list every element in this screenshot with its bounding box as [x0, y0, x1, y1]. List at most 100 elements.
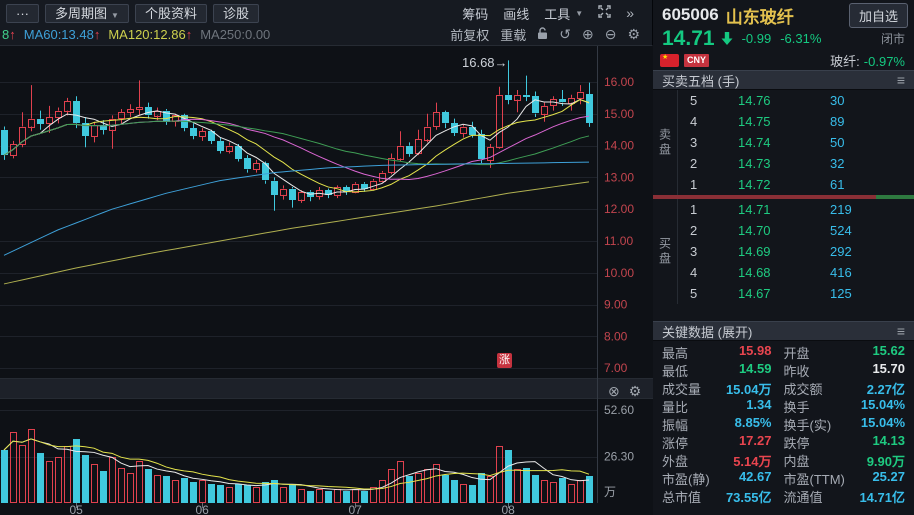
chips-tool-button[interactable]: 筹码: [462, 4, 488, 23]
key-data-label: 市盈(静): [662, 469, 710, 488]
gear-icon[interactable]: ⚙: [627, 27, 640, 41]
sector-quote[interactable]: 玻纤:-0.97%: [830, 51, 905, 70]
ma250-legend: MA250:0.00: [200, 27, 270, 42]
order-volume: 30: [830, 93, 844, 108]
key-data-cell: 涨停17.27: [662, 433, 784, 452]
order-volume: 219: [830, 202, 852, 217]
order-volume: 89: [830, 114, 844, 129]
key-data-cell: 流通值 14.71亿: [784, 487, 906, 506]
order-volume: 292: [830, 244, 852, 259]
key-data-cell: 成交额2.27亿: [784, 379, 906, 398]
order-level: 3: [690, 244, 738, 259]
draw-line-tool-button[interactable]: 画线: [503, 4, 529, 23]
order-level: 5: [690, 93, 738, 108]
key-data-cell: 市盈(TTM)25.27: [784, 469, 906, 488]
key-data-cell: 市盈(静)42.67: [662, 469, 784, 488]
key-data-cell: 振幅 8.85%: [662, 415, 784, 434]
key-data-value: 8.85%: [735, 415, 772, 434]
key-data-cell: 换手 15.04%: [784, 397, 906, 416]
order-volume: 524: [830, 223, 852, 238]
order-price: 14.69: [738, 244, 830, 259]
key-data-label: 换手: [784, 397, 810, 416]
key-data-label: 流通值: [784, 487, 823, 506]
reload-button[interactable]: 重载: [500, 25, 526, 44]
kline-chart-canvas[interactable]: [0, 46, 653, 515]
limit-up-event-badge[interactable]: 涨: [497, 353, 512, 368]
more-tabs-button[interactable]: ···: [6, 4, 39, 23]
key-data-label: 总市值: [662, 487, 701, 506]
sell-order-row[interactable]: 114.7261: [678, 174, 914, 195]
order-price: 14.75: [738, 114, 830, 129]
adjust-mode-button[interactable]: 前复权: [450, 25, 489, 44]
buy-orders: 买盘 114.71219214.70524314.69292414.684165…: [653, 199, 914, 304]
key-data-value: 14.71亿: [859, 487, 905, 506]
sell-order-row[interactable]: 314.7450: [678, 132, 914, 153]
tab-multi-period[interactable]: 多周期图▼: [45, 4, 129, 23]
key-data-value: 15.62: [872, 343, 905, 362]
key-data-cell: 最高 15.98: [662, 343, 784, 362]
key-data-value: 5.14万: [733, 451, 771, 470]
undo-icon[interactable]: ↺: [559, 27, 571, 41]
key-data-header[interactable]: 关键数据 (展开) ≡: [653, 321, 914, 341]
order-volume: 50: [830, 135, 844, 150]
key-data-cell: 开盘 15.62: [784, 343, 906, 362]
ma60-legend: MA60:13.48↑: [24, 27, 101, 42]
key-data-label: 振幅: [662, 415, 688, 434]
key-data-grid: 最高15.98开盘15.62最低14.59昨收15.70成交量15.04万成交额…: [653, 341, 914, 505]
gear-icon[interactable]: ⚙: [629, 383, 642, 400]
top-toolbar: ··· 多周期图▼ 个股资料 诊股 筹码 画线 工具 ▼ » 8↑ MA60:1…: [0, 0, 653, 46]
badge-row: CNY 玻纤:-0.97%: [653, 50, 914, 70]
tab-diagnose[interactable]: 诊股: [213, 4, 259, 23]
key-data-label: 最高: [662, 343, 688, 362]
toolbar-right-tools: 筹码 画线 工具 ▼ »: [462, 4, 644, 23]
menu-icon[interactable]: ≡: [897, 323, 905, 339]
fullscreen-icon[interactable]: [598, 5, 611, 21]
order-price: 14.67: [738, 286, 830, 301]
buy-order-row[interactable]: 514.67125: [678, 283, 914, 304]
collapse-panel-icon[interactable]: »: [626, 5, 632, 21]
key-data-value: 15.70: [872, 361, 905, 380]
order-volume: 32: [830, 156, 844, 171]
price-change-percent: -6.31%: [780, 31, 821, 46]
order-price: 14.68: [738, 265, 830, 280]
key-data-cell: 内盘9.90万: [784, 451, 906, 470]
down-arrow-icon: [721, 32, 733, 48]
key-data-row: 最低14.59昨收15.70: [662, 361, 905, 379]
key-data-row: 涨停17.27跌停14.13: [662, 433, 905, 451]
key-data-value: 9.90万: [867, 451, 905, 470]
menu-icon[interactable]: ≡: [897, 72, 905, 88]
key-data-row: 市盈(静)42.67市盈(TTM)25.27: [662, 469, 905, 487]
buy-order-row[interactable]: 114.71219: [678, 199, 914, 220]
chart-controls: 前复权 重载 ↺ ⊕ ⊖ ⚙: [450, 25, 640, 44]
tab-stock-info[interactable]: 个股资料: [135, 4, 207, 23]
sell-order-row[interactable]: 514.7630: [678, 90, 914, 111]
current-price: 14.71: [662, 27, 715, 51]
key-data-cell: 换手(实)15.04%: [784, 415, 906, 434]
order-price: 14.73: [738, 156, 830, 171]
toolbar-row-2: 8↑ MA60:13.48↑ MA120:12.86↑ MA250:0.00 前…: [0, 23, 652, 45]
key-data-value: 15.04%: [861, 415, 905, 434]
key-data-value: 15.04万: [726, 379, 772, 398]
buy-order-row[interactable]: 414.68416: [678, 262, 914, 283]
sell-orders: 卖盘 514.7630414.7589314.7450214.7332114.7…: [653, 90, 914, 195]
sell-order-row[interactable]: 214.7332: [678, 153, 914, 174]
high-price-annotation: 16.68→: [462, 55, 508, 70]
buy-order-row[interactable]: 314.69292: [678, 241, 914, 262]
key-data-label: 市盈(TTM): [784, 469, 845, 488]
currency-badge: CNY: [684, 54, 709, 67]
buy-order-row[interactable]: 214.70524: [678, 220, 914, 241]
key-data-label: 外盘: [662, 451, 688, 470]
key-data-value: 15.04%: [861, 397, 905, 416]
order-book-header: 买卖五档 (手) ≡: [653, 70, 914, 90]
key-data-value: 15.98: [739, 343, 772, 362]
add-to-watchlist-button[interactable]: 加自选: [849, 3, 908, 28]
key-data-label: 量比: [662, 397, 688, 416]
sell-order-row[interactable]: 414.7589: [678, 111, 914, 132]
key-data-label: 开盘: [784, 343, 810, 362]
zoom-in-icon[interactable]: ⊕: [582, 27, 594, 41]
lock-icon[interactable]: [537, 27, 548, 42]
close-icon[interactable]: ⊗: [608, 383, 620, 400]
key-data-value: 73.55亿: [726, 487, 772, 506]
tools-menu-button[interactable]: 工具: [544, 4, 570, 23]
zoom-out-icon[interactable]: ⊖: [605, 27, 617, 41]
